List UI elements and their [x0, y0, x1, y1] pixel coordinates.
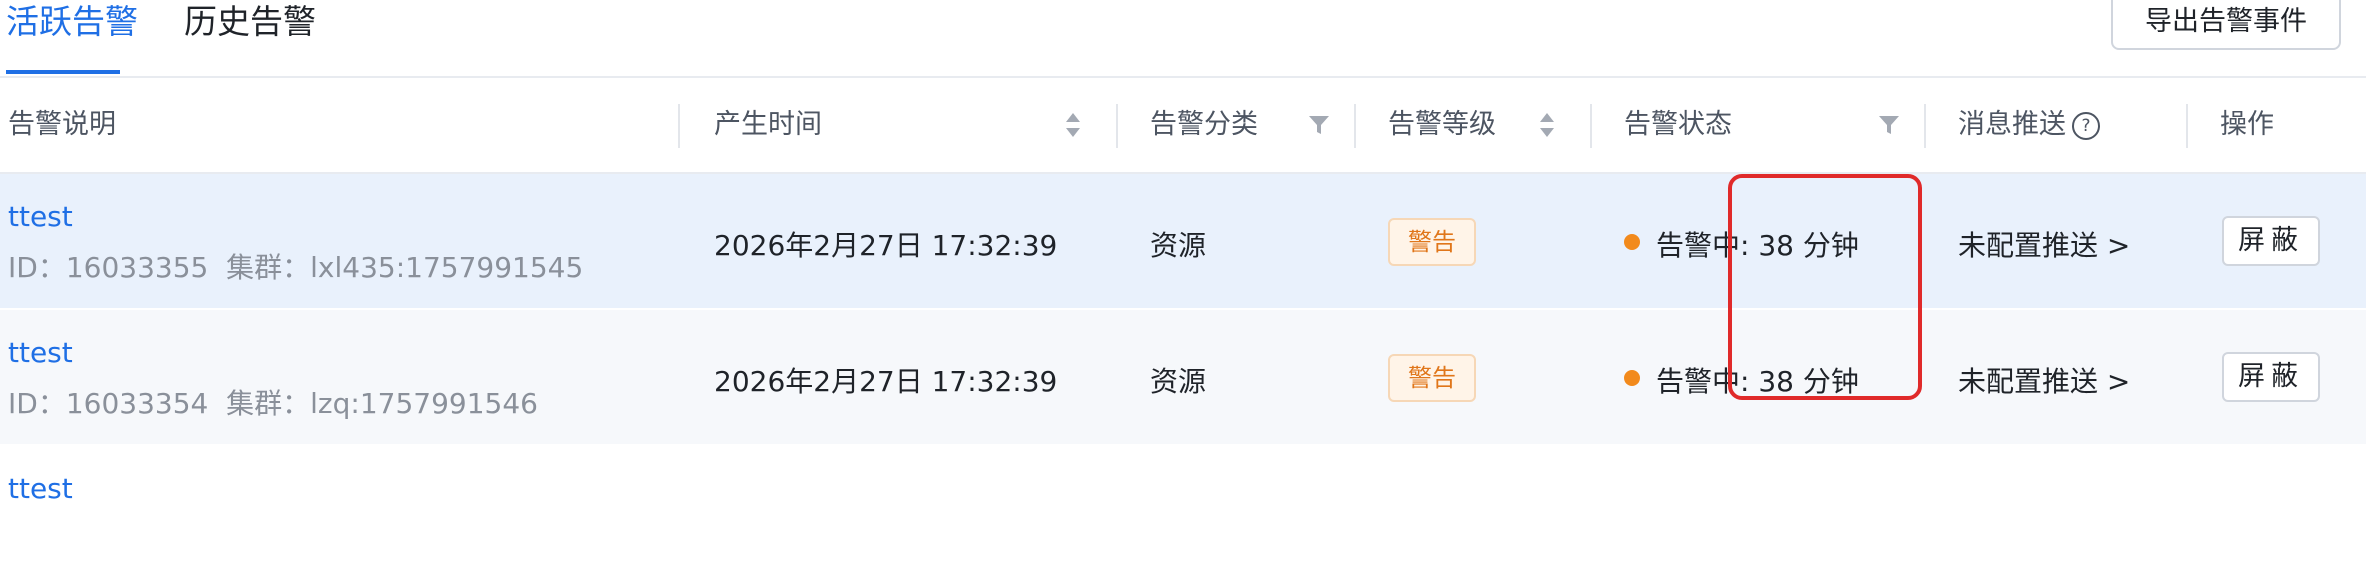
table-row[interactable]: ttest [0, 446, 2366, 580]
export-alerts-button[interactable]: 导出告警事件 [2111, 0, 2341, 50]
header-desc: 告警说明 [8, 109, 116, 140]
push-config-link[interactable]: 未配置推送 > [1958, 224, 2130, 264]
alert-category: 资源 [1150, 229, 1207, 262]
tab-active-alerts[interactable]: 活跃告警 [6, 0, 138, 74]
mask-button[interactable]: 屏蔽 [2222, 352, 2320, 402]
level-badge: 警告 [1388, 354, 1476, 402]
alert-time: 2026年2月27日 17:32:39 [714, 365, 1058, 398]
alert-status: 告警中: 38 分钟 [1656, 365, 1859, 398]
tab-history-alerts[interactable]: 历史告警 [184, 0, 316, 74]
column-divider [1924, 104, 1926, 148]
column-divider [1116, 104, 1118, 148]
status-dot [1624, 234, 1640, 250]
alert-time: 2026年2月27日 17:32:39 [714, 229, 1058, 262]
alert-status: 告警中: 38 分钟 [1656, 229, 1859, 262]
alert-category: 资源 [1150, 365, 1207, 398]
filter-icon[interactable] [1308, 115, 1330, 135]
header-level: 告警等级 [1388, 109, 1496, 140]
header-time: 产生时间 [714, 109, 822, 140]
filter-icon[interactable] [1878, 115, 1900, 135]
alert-name-link[interactable]: ttest [8, 200, 73, 233]
header-category: 告警分类 [1150, 109, 1258, 140]
column-divider [1354, 104, 1356, 148]
header-push: 消息推送? [1958, 78, 2100, 172]
sort-icon[interactable] [1538, 111, 1556, 139]
alert-name-link[interactable]: ttest [8, 336, 73, 369]
table-row[interactable]: ttest ID：16033355 集群：lxl435:1757991545 2… [0, 174, 2366, 308]
push-config-link[interactable]: 未配置推送 > [1958, 360, 2130, 400]
column-divider [1590, 104, 1592, 148]
sort-icon[interactable] [1064, 111, 1082, 139]
column-divider [2186, 104, 2188, 148]
alert-name-link[interactable]: ttest [8, 472, 73, 505]
table-header: 告警说明 产生时间 告警分类 告警等级 告警状态 消息推送? 操作 [0, 78, 2366, 174]
table-row[interactable]: ttest ID：16033354 集群：lzq:1757991546 2026… [0, 310, 2366, 444]
status-dot [1624, 370, 1640, 386]
alert-meta: ID：16033355 集群：lxl435:1757991545 [8, 251, 584, 284]
alert-meta: ID：16033354 集群：lzq:1757991546 [8, 387, 538, 420]
header-action: 操作 [2220, 109, 2274, 140]
header-status: 告警状态 [1624, 109, 1732, 140]
active-tab-indicator [6, 70, 120, 74]
header-push-label: 消息推送 [1958, 109, 2066, 140]
column-divider [678, 104, 680, 148]
mask-button[interactable]: 屏蔽 [2222, 216, 2320, 266]
level-badge: 警告 [1388, 218, 1476, 266]
help-icon[interactable]: ? [2072, 111, 2100, 140]
alert-tabs: 活跃告警 历史告警 导出告警事件 [0, 0, 2366, 78]
